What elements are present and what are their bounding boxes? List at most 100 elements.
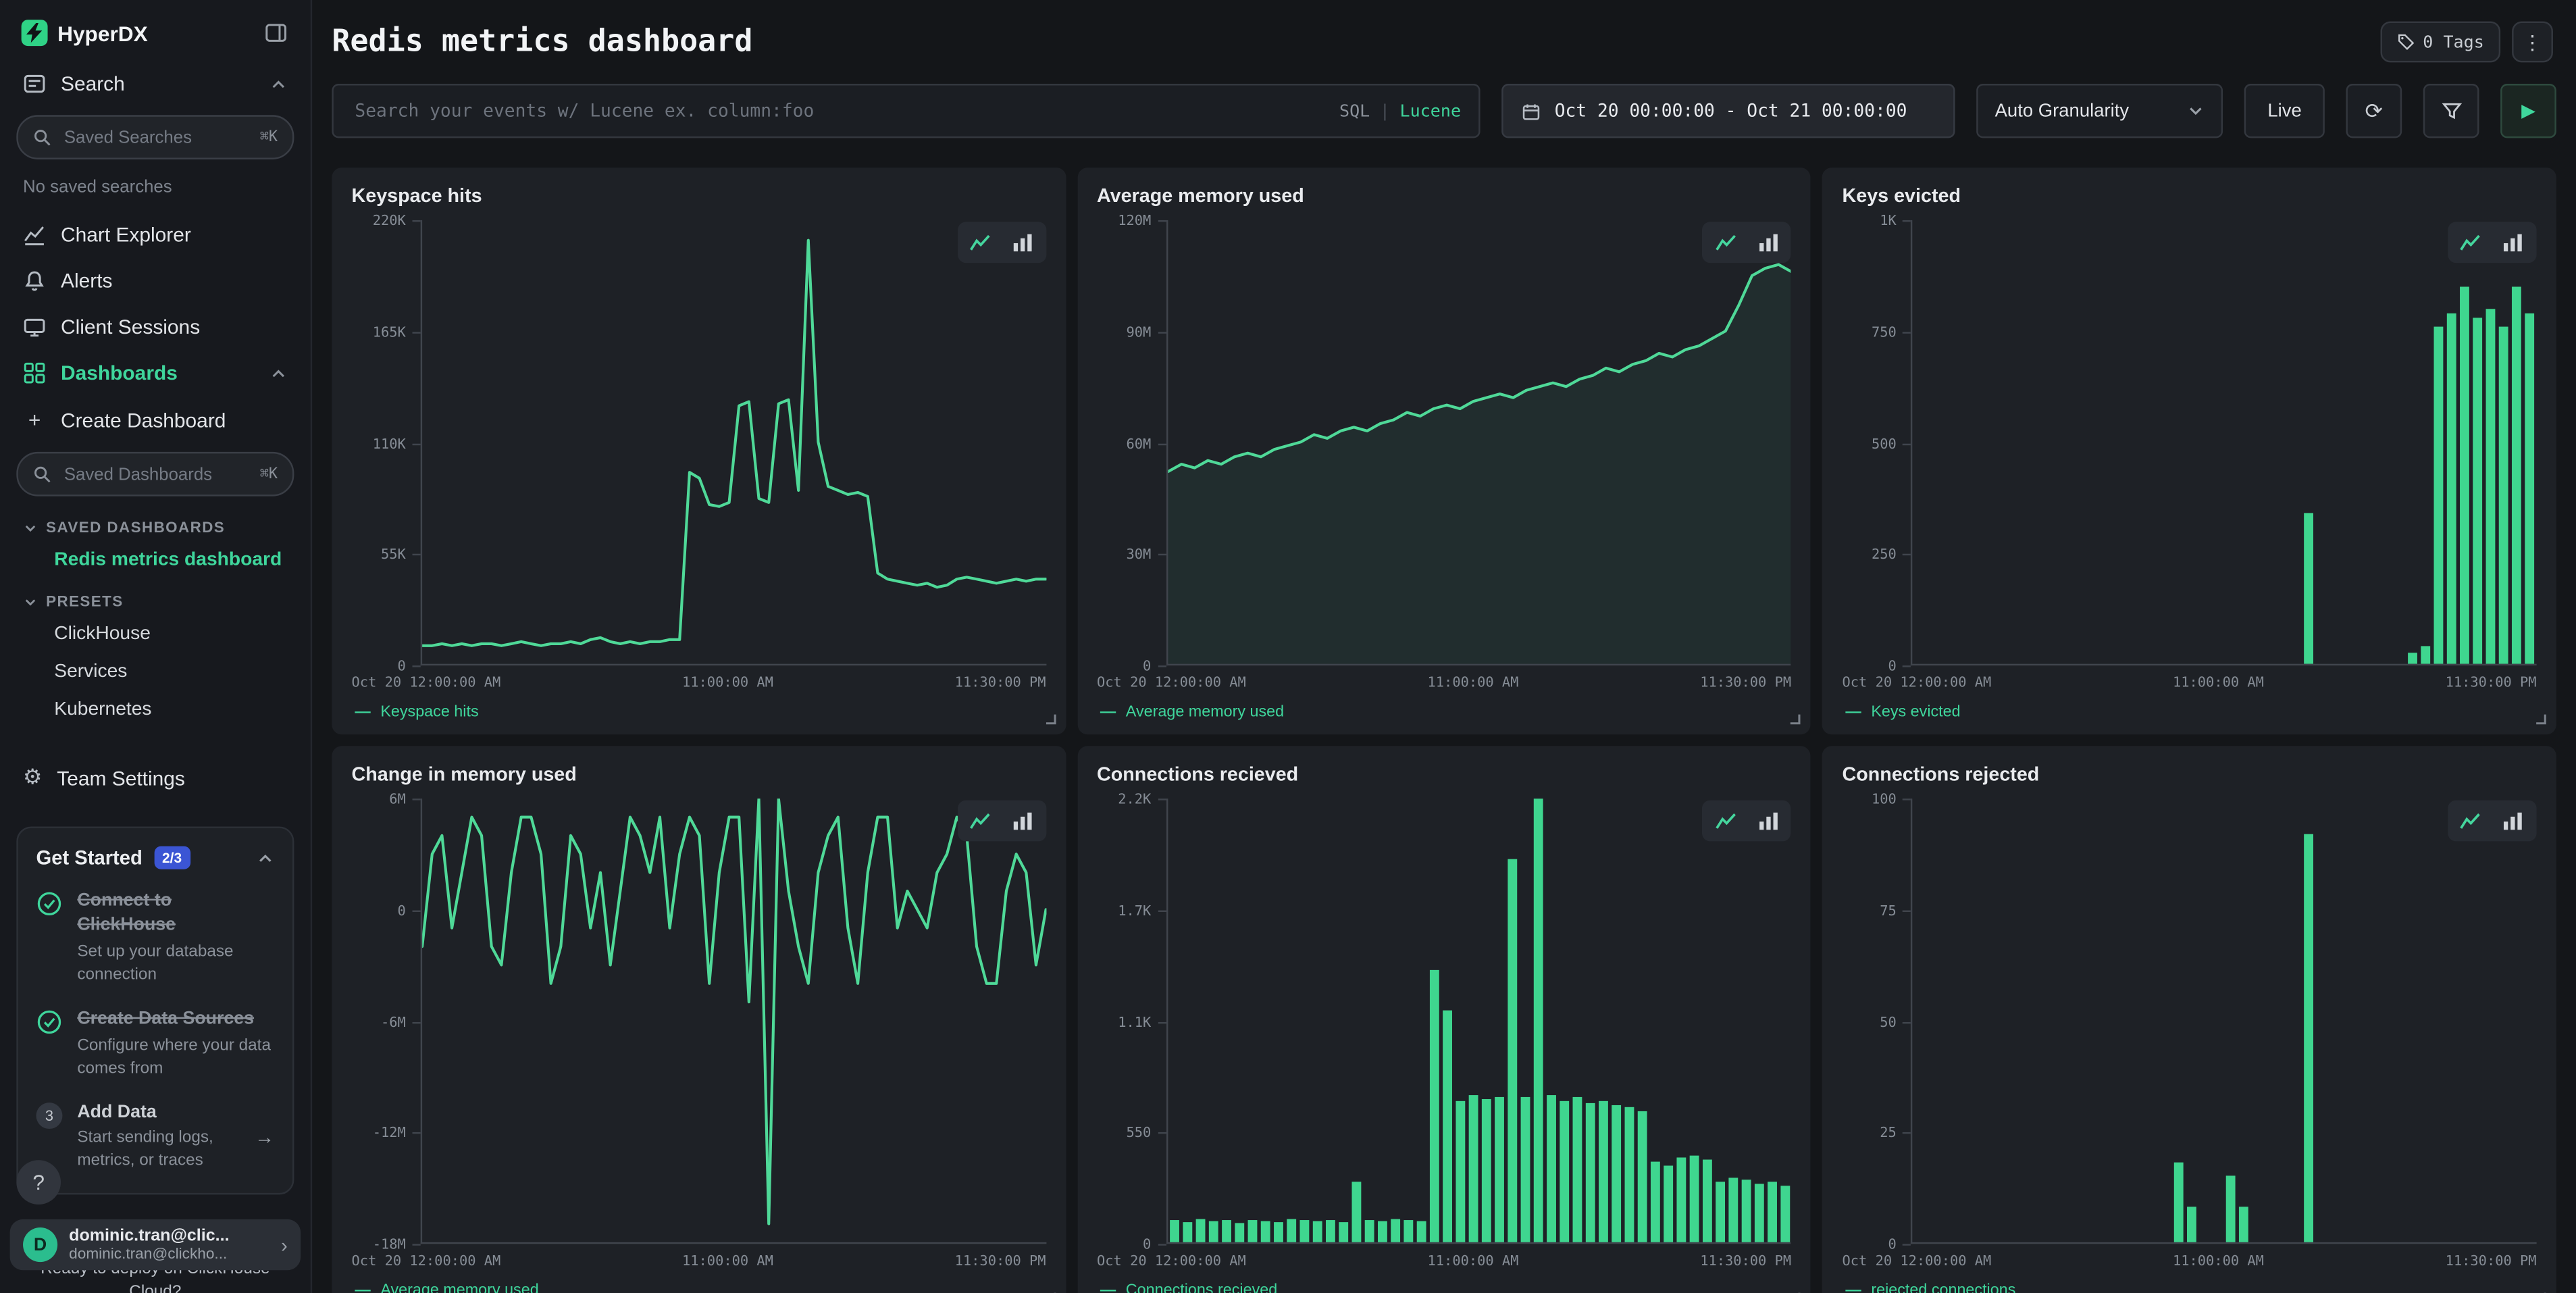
live-button[interactable]: Live xyxy=(2244,84,2325,138)
x-axis: Oct 20 12:00:00 AM11:00:00 AM11:30:00 PM xyxy=(352,1252,1046,1268)
line-chart-toggle[interactable] xyxy=(2453,227,2490,258)
bar xyxy=(1351,1182,1361,1242)
section-label: PRESETS xyxy=(46,593,124,609)
bar xyxy=(1468,1095,1478,1242)
check-circle-icon xyxy=(36,890,63,917)
run-query-button[interactable]: ▶ xyxy=(2500,84,2556,138)
refresh-button[interactable]: ⟳ xyxy=(2346,84,2402,138)
bar-chart-toggle[interactable] xyxy=(1005,227,1041,258)
saved-dashboards-section-toggle[interactable]: SAVED DASHBOARDS xyxy=(0,505,311,541)
search-icon xyxy=(33,465,51,483)
bar-chart-toggle[interactable] xyxy=(1005,805,1041,836)
sidebar-item-dashboards[interactable]: Dashboards xyxy=(0,350,311,396)
y-tick-mark xyxy=(413,910,421,911)
bar xyxy=(1442,1011,1451,1242)
y-tick-mark xyxy=(413,554,421,555)
sidebar-item-preset-services[interactable]: Services xyxy=(0,653,311,690)
sidebar-item-search[interactable]: Search xyxy=(0,61,311,107)
bar xyxy=(1520,1097,1530,1242)
bar-chart-toggle[interactable] xyxy=(2496,805,2532,836)
filter-button[interactable] xyxy=(2423,84,2479,138)
chart-plot[interactable] xyxy=(1166,220,1791,665)
lucene-toggle[interactable]: Lucene xyxy=(1400,101,1461,121)
legend-label: Connections recieved xyxy=(1126,1282,1277,1293)
bar xyxy=(2408,653,2418,663)
sidebar-item-chart-explorer[interactable]: Chart Explorer xyxy=(0,212,311,258)
bar-chart-toggle[interactable] xyxy=(1750,227,1786,258)
granularity-select[interactable]: Auto Granularity xyxy=(1977,84,2223,138)
presets-section-toggle[interactable]: PRESETS xyxy=(0,578,311,615)
chart-title: Keyspace hits xyxy=(352,184,1046,207)
resize-handle[interactable] xyxy=(1788,711,1803,726)
bar xyxy=(1598,1101,1607,1242)
search-input[interactable] xyxy=(352,99,1326,123)
sidebar-item-alerts[interactable]: Alerts xyxy=(0,258,311,304)
create-dashboard-button[interactable]: + Create Dashboard xyxy=(0,396,311,444)
sidebar-collapse-button[interactable] xyxy=(261,18,291,48)
resize-handle[interactable] xyxy=(1043,1290,1058,1293)
line-chart-toggle[interactable] xyxy=(1707,227,1744,258)
chart-legend: — Average memory used xyxy=(1097,703,1791,721)
sidebar-item-redis-metrics-dashboard[interactable]: Redis metrics dashboard xyxy=(0,540,311,578)
sidebar-item-preset-clickhouse[interactable]: ClickHouse xyxy=(0,615,311,653)
bar xyxy=(2448,313,2457,664)
resize-handle[interactable] xyxy=(1043,711,1058,726)
chart-plot[interactable] xyxy=(421,220,1046,665)
chevron-down-icon xyxy=(23,594,38,609)
tags-button[interactable]: 0 Tags xyxy=(2380,22,2500,63)
get-started-item-connect[interactable]: Connect to ClickHouse Set up your databa… xyxy=(36,889,275,987)
y-tick-label: 1K xyxy=(1880,212,1897,228)
area-fill xyxy=(1168,265,1792,664)
chart-card-keys-evicted: Keys evicted 02505007501K Oct 20 12:00:0… xyxy=(1822,168,2556,734)
calendar-icon xyxy=(1522,101,1541,121)
bar xyxy=(1169,1220,1179,1242)
bar-chart-toggle[interactable] xyxy=(2496,227,2532,258)
sidebar-item-client-sessions[interactable]: Client Sessions xyxy=(0,304,311,350)
y-axis: 6M0-6M-12M-18M xyxy=(352,798,421,1244)
line-chart-toggle[interactable] xyxy=(962,227,999,258)
bar xyxy=(1689,1156,1699,1242)
chart-legend: — rejected connections xyxy=(1843,1282,2537,1293)
tag-icon xyxy=(2396,33,2415,51)
y-tick-label: 0 xyxy=(1888,1236,1897,1252)
hyperdx-logo[interactable]: HyperDX xyxy=(22,20,148,46)
saved-dashboards-input[interactable] xyxy=(61,463,250,486)
x-tick-label: 11:30:00 PM xyxy=(2446,1252,2537,1268)
sidebar-item-preset-kubernetes[interactable]: Kubernetes xyxy=(0,690,311,728)
help-button[interactable]: ? xyxy=(16,1160,61,1205)
resize-handle[interactable] xyxy=(2533,711,2548,726)
chart-plot[interactable] xyxy=(1911,798,2537,1244)
date-range-picker[interactable]: Oct 20 00:00:00 - Oct 21 00:00:00 xyxy=(1502,84,1955,138)
y-tick-label: 75 xyxy=(1880,902,1897,918)
bar xyxy=(1728,1177,1738,1242)
y-tick-mark xyxy=(413,332,421,333)
saved-searches-input[interactable] xyxy=(61,126,250,149)
get-started-header[interactable]: Get Started 2/3 xyxy=(36,846,275,869)
x-tick-label: 11:30:00 PM xyxy=(2446,674,2537,690)
resize-handle[interactable] xyxy=(1788,1290,1803,1293)
get-started-item-add-data[interactable]: 3 Add Data Start sending logs, metrics, … xyxy=(36,1100,275,1174)
y-tick-mark xyxy=(1158,554,1166,555)
x-axis: Oct 20 12:00:00 AM11:00:00 AM11:30:00 PM xyxy=(352,674,1046,690)
chart-plot[interactable] xyxy=(421,798,1046,1244)
chart-plot[interactable] xyxy=(1166,798,1791,1244)
user-menu[interactable]: D dominic.tran@clic... dominic.tran@clic… xyxy=(10,1219,301,1270)
more-menu-button[interactable]: ⋮ xyxy=(2512,22,2553,63)
bar xyxy=(2434,327,2444,664)
sql-toggle[interactable]: SQL xyxy=(1339,101,1370,121)
y-tick-mark xyxy=(413,1244,421,1245)
sidebar-item-label: Client Sessions xyxy=(61,315,288,338)
sidebar-item-team-settings[interactable]: ⚙ Team Settings xyxy=(0,754,311,802)
get-started-item-sources[interactable]: Create Data Sources Configure where your… xyxy=(36,1007,275,1080)
bar xyxy=(1676,1157,1686,1242)
get-started-item-title: Create Data Sources xyxy=(77,1007,274,1031)
bar xyxy=(1456,1101,1465,1242)
resize-handle[interactable] xyxy=(2533,1290,2548,1293)
line-chart-toggle[interactable] xyxy=(1707,805,1744,836)
chart-plot[interactable] xyxy=(1911,220,2537,665)
bar xyxy=(2175,1163,2184,1242)
bar xyxy=(2240,1207,2249,1242)
line-chart-toggle[interactable] xyxy=(2453,805,2490,836)
line-chart-toggle[interactable] xyxy=(962,805,999,836)
bar-chart-toggle[interactable] xyxy=(1750,805,1786,836)
